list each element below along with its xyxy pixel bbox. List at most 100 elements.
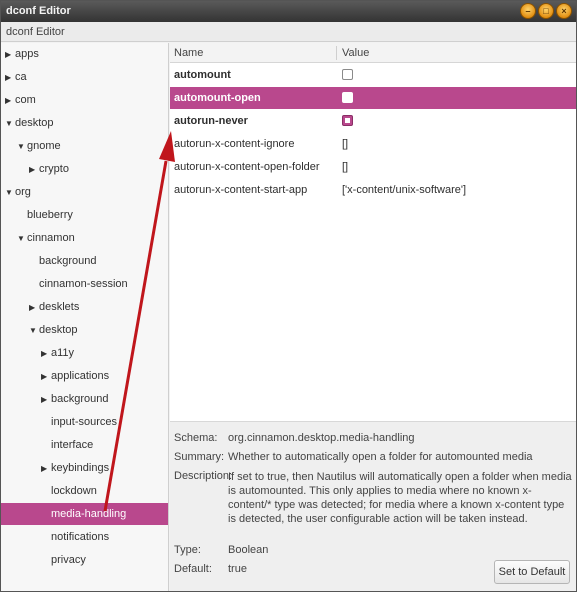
key-row-autorun-never[interactable]: autorun-never (170, 110, 576, 132)
title-bar[interactable]: dconf Editor – □ × (1, 1, 576, 22)
tree-item-applications[interactable]: ▶ applications (1, 365, 168, 388)
key-row-autorun-x-content-ignore[interactable]: autorun-x-content-ignore [] (170, 133, 576, 155)
tree-item-label: notifications (51, 531, 110, 543)
value-checkbox[interactable] (342, 69, 353, 80)
schema-value: org.cinnamon.desktop.media-handling (228, 432, 415, 444)
tree-item-label: cinnamon (27, 232, 75, 244)
expander-down-icon[interactable]: ▼ (17, 136, 27, 158)
tree-item-label: crypto (39, 163, 69, 175)
tree-item-privacy[interactable]: privacy (1, 549, 168, 571)
expander-right-icon[interactable]: ▶ (5, 67, 15, 89)
expander-right-icon[interactable]: ▶ (29, 297, 39, 319)
window-controls: – □ × (520, 3, 572, 19)
tree-item-lockdown[interactable]: lockdown (1, 480, 168, 502)
column-header-name[interactable]: Name (174, 43, 203, 63)
key-value[interactable]: [] (342, 133, 348, 155)
value-checkbox[interactable] (342, 92, 353, 103)
default-label: Default: (174, 563, 212, 575)
expander-right-icon[interactable]: ▶ (41, 366, 51, 388)
tree-item-desktop[interactable]: ▼ desktop (1, 112, 168, 135)
tree-item-cinnamon[interactable]: ▼ cinnamon (1, 227, 168, 250)
expander-down-icon[interactable]: ▼ (17, 228, 27, 250)
key-name: autorun-x-content-open-folder (174, 161, 320, 173)
tree-item-label: a11y (51, 347, 75, 359)
summary-value: Whether to automatically open a folder f… (228, 451, 533, 463)
tree-item-cinnamon-session[interactable]: cinnamon-session (1, 273, 168, 295)
header-title: dconf Editor (6, 26, 65, 38)
key-name: autorun-never (174, 115, 248, 127)
key-name: automount (174, 69, 231, 81)
tree-item-label: lockdown (51, 485, 97, 497)
tree-item-label: blueberry (27, 209, 73, 221)
description-label: Description: (174, 470, 233, 482)
tree-item-label: interface (51, 439, 94, 451)
schema-label: Schema: (174, 432, 218, 444)
value-checkbox[interactable] (342, 115, 353, 126)
tree-item-label: input-sources (51, 416, 118, 428)
tree-item-crypto[interactable]: ▶ crypto (1, 158, 168, 181)
expander-right-icon[interactable]: ▶ (41, 389, 51, 411)
tree-item-background[interactable]: background (1, 250, 168, 272)
expander-down-icon[interactable]: ▼ (29, 320, 39, 342)
tree-item-desklets[interactable]: ▶ desklets (1, 296, 168, 319)
minimize-button[interactable]: – (520, 3, 536, 19)
keys-table-header: Name Value (170, 43, 576, 63)
close-button[interactable]: × (556, 3, 572, 19)
tree-item-a11y[interactable]: ▶ a11y (1, 342, 168, 365)
key-row-automount-open[interactable]: automount-open (170, 87, 576, 109)
window-title: dconf Editor (6, 5, 71, 17)
expander-right-icon[interactable]: ▶ (29, 159, 39, 181)
tree-item-label: desklets (39, 301, 80, 313)
expander-right-icon[interactable]: ▶ (41, 343, 51, 365)
type-value: Boolean (228, 544, 269, 556)
tree-item-media-handling[interactable]: media-handling (1, 503, 168, 525)
tree-item-label: org (15, 186, 31, 198)
key-name: autorun-x-content-ignore (174, 138, 295, 150)
expander-right-icon[interactable]: ▶ (41, 458, 51, 480)
tree-item-background[interactable]: ▶ background (1, 388, 168, 411)
expander-right-icon[interactable]: ▶ (5, 90, 15, 112)
schema-tree[interactable]: ▶ apps ▶ ca ▶ com ▼ desktop ▼ gnome ▶ crypto ▼ org blu… (1, 43, 169, 591)
tree-item-keybindings[interactable]: ▶ keybindings (1, 457, 168, 480)
tree-item-label: cinnamon-session (39, 278, 128, 290)
key-row-automount[interactable]: automount (170, 64, 576, 86)
tree-item-label: keybindings (51, 462, 110, 474)
tree-item-desktop[interactable]: ▼ desktop (1, 319, 168, 342)
expander-right-icon[interactable]: ▶ (5, 44, 15, 66)
tree-item-label: com (15, 94, 36, 106)
tree-item-gnome[interactable]: ▼ gnome (1, 135, 168, 158)
tree-item-label: background (39, 255, 97, 267)
tree-item-label: desktop (15, 117, 54, 129)
column-separator (336, 46, 337, 60)
tree-item-label: gnome (27, 140, 61, 152)
header-bar: dconf Editor (1, 22, 576, 42)
tree-item-label: ca (15, 71, 27, 83)
tree-item-input-sources[interactable]: input-sources (1, 411, 168, 433)
tree-item-label: background (51, 393, 109, 405)
set-to-default-button[interactable]: Set to Default (494, 560, 570, 584)
tree-item-blueberry[interactable]: blueberry (1, 204, 168, 226)
tree-item-interface[interactable]: interface (1, 434, 168, 456)
key-value[interactable]: [] (342, 156, 348, 178)
key-details-pane: Schema: org.cinnamon.desktop.media-handl… (170, 421, 576, 591)
tree-item-label: apps (15, 48, 39, 60)
key-name: automount-open (174, 92, 261, 104)
tree-item-com[interactable]: ▶ com (1, 89, 168, 112)
tree-item-apps[interactable]: ▶ apps (1, 43, 168, 66)
key-value[interactable]: ['x-content/unix-software'] (342, 179, 466, 201)
tree-item-org[interactable]: ▼ org (1, 181, 168, 204)
tree-item-ca[interactable]: ▶ ca (1, 66, 168, 89)
tree-item-notifications[interactable]: notifications (1, 526, 168, 548)
key-row-autorun-x-content-start-app[interactable]: autorun-x-content-start-app ['x-content/u… (170, 179, 576, 201)
default-value: true (228, 563, 247, 575)
expander-down-icon[interactable]: ▼ (5, 182, 15, 204)
column-header-value[interactable]: Value (342, 43, 369, 63)
maximize-button[interactable]: □ (538, 3, 554, 19)
dconf-editor-window: dconf Editor – □ × dconf Editor ▶ apps ▶ ca… (0, 0, 577, 592)
description-value: If set to true, then Nautilus will autom… (228, 471, 572, 525)
tree-item-label: desktop (39, 324, 78, 336)
key-row-autorun-x-content-open-folder[interactable]: autorun-x-content-open-folder [] (170, 156, 576, 178)
expander-down-icon[interactable]: ▼ (5, 113, 15, 135)
keys-panel: Name Value automount automount-open autoru… (170, 43, 576, 591)
tree-item-label: applications (51, 370, 110, 382)
